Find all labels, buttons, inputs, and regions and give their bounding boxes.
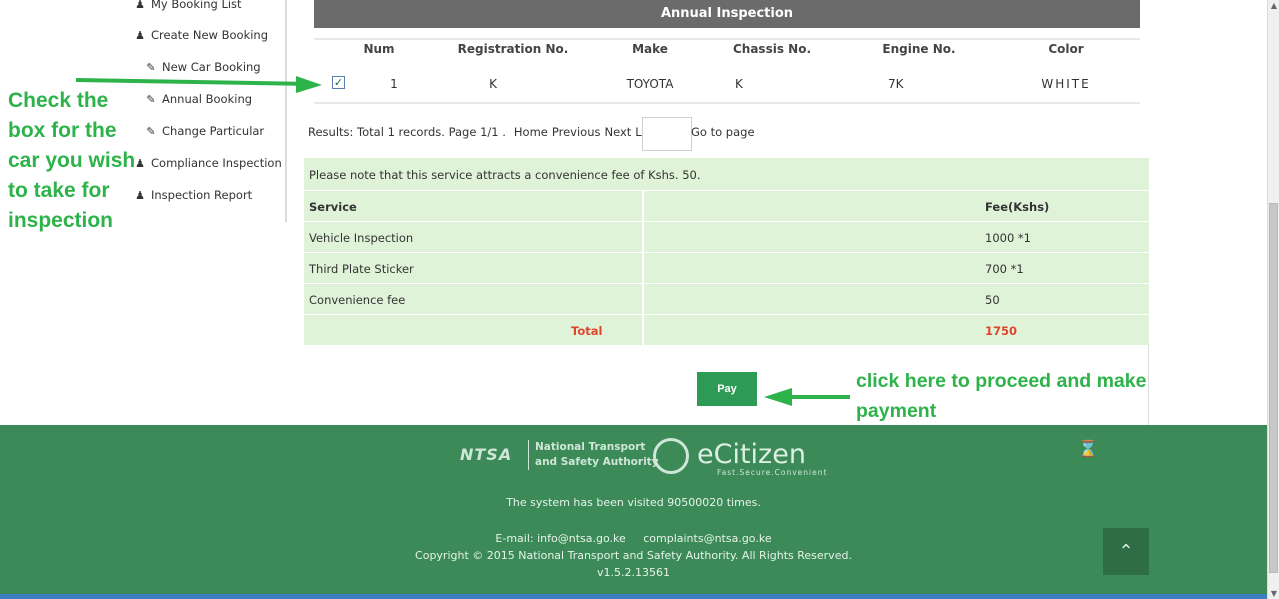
- copyright: Copyright © 2015 National Transport and …: [415, 549, 852, 562]
- scroll-to-top-button[interactable]: ⌃: [1103, 528, 1149, 575]
- sidebar-divider: [285, 0, 287, 222]
- table-header-row: Num Registration No. Make Chassis No. En…: [314, 42, 1140, 68]
- cell-num: 1: [390, 77, 398, 91]
- version: v1.5.2.13561: [597, 566, 670, 579]
- table-row: ✓ 1 K TOYOTA K 7K WHITE: [314, 74, 1140, 100]
- user-icon: ♟: [135, 0, 145, 11]
- ntsa-name: National Transport and Safety Authority: [528, 440, 659, 470]
- column-header-num: Num: [363, 42, 395, 56]
- ecitizen-tagline: Fast.Secure.Convenient: [717, 468, 828, 477]
- cell-color: WHITE: [1041, 77, 1091, 91]
- pagination: Results: Total 1 records. Page 1/1 . Hom…: [308, 117, 755, 151]
- fee-service: Vehicle Inspection: [309, 231, 414, 245]
- column-header-color: Color: [1048, 42, 1084, 56]
- fee-divider: [642, 191, 644, 222]
- sidebar-item-my-booking-list[interactable]: ♟ My Booking List: [135, 0, 242, 11]
- sidebar-item-compliance-inspection[interactable]: ♟ Compliance Inspection: [135, 156, 282, 170]
- sidebar-item-label: Annual Booking: [162, 92, 253, 106]
- fee-divider: [642, 284, 644, 315]
- fee-row: Vehicle Inspection 1000 *1: [304, 221, 1149, 253]
- column-header-make: Make: [632, 42, 668, 56]
- fee-header-row: Service Fee(Kshs): [304, 190, 1149, 222]
- fee-amount: 50: [985, 293, 1000, 307]
- scrollbar-thumb[interactable]: [1269, 203, 1278, 573]
- fee-header-service: Service: [309, 200, 357, 214]
- column-header-registration: Registration No.: [457, 42, 569, 56]
- cell-engine: 7K: [888, 77, 904, 91]
- fee-note: Please note that this service attracts a…: [309, 168, 701, 182]
- ntsa-name-line: and Safety Authority: [535, 456, 659, 468]
- sidebar-item-annual-booking[interactable]: ✎ Annual Booking: [146, 92, 252, 106]
- contact-emails[interactable]: E-mail: info@ntsa.go.ke complaints@ntsa.…: [0, 532, 1267, 545]
- taskbar-edge: [0, 594, 1267, 599]
- fee-row: Third Plate Sticker 700 *1: [304, 252, 1149, 284]
- scroll-down-arrow-icon[interactable]: ▼: [1268, 589, 1279, 598]
- cell-make: TOYOTA: [626, 77, 674, 91]
- fee-divider: [642, 315, 644, 346]
- fee-divider: [642, 222, 644, 253]
- pagination-next-link[interactable]: Next: [604, 125, 631, 139]
- fee-divider: [642, 253, 644, 284]
- sidebar-item-label: New Car Booking: [162, 60, 261, 74]
- pagination-results: Results: Total 1 records. Page 1/1 .: [308, 125, 506, 139]
- ecitizen-name: eCitizen: [697, 439, 806, 470]
- sidebar-item-create-new-booking[interactable]: ♟ Create New Booking: [135, 28, 268, 42]
- annotation-check-box: Check the box for the car you wish to ta…: [8, 89, 136, 232]
- vertical-scrollbar[interactable]: ▲ ▼: [1267, 0, 1279, 599]
- user-icon: ♟: [135, 28, 145, 42]
- table-rule: [314, 38, 1140, 40]
- column-header-engine: Engine No.: [882, 42, 956, 56]
- fee-service: Third Plate Sticker: [309, 262, 414, 276]
- arrow-to-pay-button: [764, 388, 850, 406]
- chevron-up-icon: ⌃: [1118, 541, 1134, 562]
- column-header-chassis: Chassis No.: [732, 42, 811, 56]
- sidebar-item-label: Create New Booking: [151, 28, 269, 42]
- footer-logos: NTSA National Transport and Safety Autho…: [455, 435, 835, 477]
- hourglass-icon: ⌛: [1078, 439, 1098, 458]
- ntsa-logo: NTSA: [460, 445, 513, 464]
- cell-registration: K: [489, 77, 497, 91]
- pencil-icon: ✎: [146, 124, 156, 138]
- ntsa-name-line: National Transport: [535, 441, 646, 453]
- fee-amount: 1000 *1: [985, 231, 1031, 245]
- sidebar-item-label: Compliance Inspection: [151, 156, 282, 170]
- pagination-previous-link[interactable]: Previous: [552, 125, 601, 139]
- fee-panel: Please note that this service attracts a…: [304, 158, 1149, 346]
- scroll-up-arrow-icon[interactable]: ▲: [1268, 1, 1279, 10]
- annotation-pay: click here to proceed and make payment: [856, 370, 1147, 422]
- sidebar-item-label: Change Particular: [162, 124, 265, 138]
- visit-counter: The system has been visited 90500020 tim…: [506, 496, 761, 509]
- sidebar-item-label: My Booking List: [151, 0, 242, 11]
- goto-page-label: Go to page: [691, 125, 755, 139]
- sidebar-item-label: Inspection Report: [151, 188, 253, 202]
- goto-page-input[interactable]: [642, 117, 692, 151]
- fee-total-row: Total 1750: [304, 314, 1149, 346]
- pencil-icon: ✎: [146, 60, 156, 74]
- fee-service: Convenience fee: [309, 293, 406, 307]
- cell-chassis: K: [735, 77, 743, 91]
- pagination-home-link[interactable]: Home: [514, 125, 548, 139]
- fee-total-value: 1750: [985, 324, 1018, 338]
- table-rule: [314, 102, 1140, 104]
- fee-row: Convenience fee 50: [304, 283, 1149, 315]
- fee-total-label: Total: [571, 324, 603, 338]
- fee-header-amount: Fee(Kshs): [985, 200, 1050, 214]
- page: ♟ My Booking List ♟ Create New Booking ✎…: [0, 0, 1279, 599]
- sidebar-item-change-particular[interactable]: ✎ Change Particular: [146, 124, 264, 138]
- grid-title: Annual Inspection: [314, 0, 1140, 28]
- footer: NTSA National Transport and Safety Autho…: [0, 425, 1267, 599]
- fee-amount: 700 *1: [985, 262, 1024, 276]
- sidebar-item-inspection-report[interactable]: ♟ Inspection Report: [135, 188, 252, 202]
- pay-button[interactable]: Pay: [697, 372, 757, 406]
- sidebar-item-new-car-booking[interactable]: ✎ New Car Booking: [146, 60, 261, 74]
- ecitizen-logo-icon: [653, 438, 689, 474]
- pencil-icon: ✎: [146, 92, 156, 106]
